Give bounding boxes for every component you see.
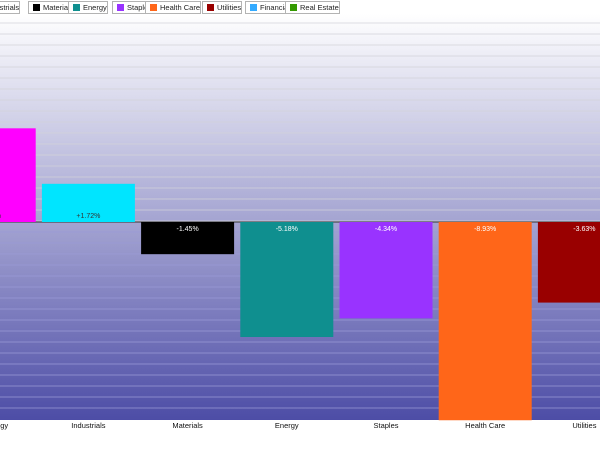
category-label: Energy	[275, 421, 299, 430]
bar-value-label: -8.93%	[474, 226, 496, 233]
legend-label: Utilities	[217, 3, 242, 12]
bar-staples	[339, 222, 433, 319]
category-label: Health Care	[465, 421, 505, 430]
category-label: Staples	[373, 421, 398, 430]
legend-swatch	[290, 4, 297, 11]
legend-item-energy[interactable]: Energy	[68, 1, 108, 14]
bar-value-label: +4.22%	[0, 213, 1, 220]
bar-value-label: +1.72%	[76, 213, 100, 220]
legend-swatch	[250, 4, 257, 11]
legend-swatch	[33, 4, 40, 11]
bar-value-label: -3.63%	[573, 226, 595, 233]
bar-health-care	[438, 222, 532, 421]
legend-swatch	[73, 4, 80, 11]
legend-label: Energy	[83, 3, 107, 12]
category-labels: Technology Industrials Materials Energy Stap…	[0, 421, 597, 430]
legend-label: Industrials	[0, 3, 20, 12]
legend-label: Real Estate	[300, 3, 339, 12]
legend-item-industrials[interactable]: Industrials	[0, 1, 21, 14]
bar-energy	[240, 222, 334, 337]
category-label: Industrials	[71, 421, 105, 430]
bar-utilities	[537, 222, 600, 303]
category-label: Utilities	[572, 421, 596, 430]
legend: IndustrialsMaterialsEnergyStaplesHealth …	[0, 0, 600, 16]
legend-item-utilities[interactable]: Utilities	[202, 1, 243, 14]
legend-swatch	[117, 4, 124, 11]
bar-technology	[0, 128, 36, 222]
bar-value-label: -5.18%	[276, 226, 298, 233]
category-label: Materials	[172, 421, 203, 430]
legend-swatch	[207, 4, 214, 11]
legend-item-health-care[interactable]: Health Care	[145, 1, 202, 14]
legend-label: Health Care	[160, 3, 201, 12]
sector-performance-chart: +4.22% +1.72% -1.45% -5.18% -4.34% -8.93% -3.6…	[0, 14, 600, 430]
bar-value-label: -1.45%	[177, 226, 199, 233]
bar-value-label: -4.34%	[375, 226, 397, 233]
legend-item-real-estate[interactable]: Real Estate	[285, 1, 340, 14]
category-label: Technology	[0, 421, 8, 430]
legend-swatch	[150, 4, 157, 11]
